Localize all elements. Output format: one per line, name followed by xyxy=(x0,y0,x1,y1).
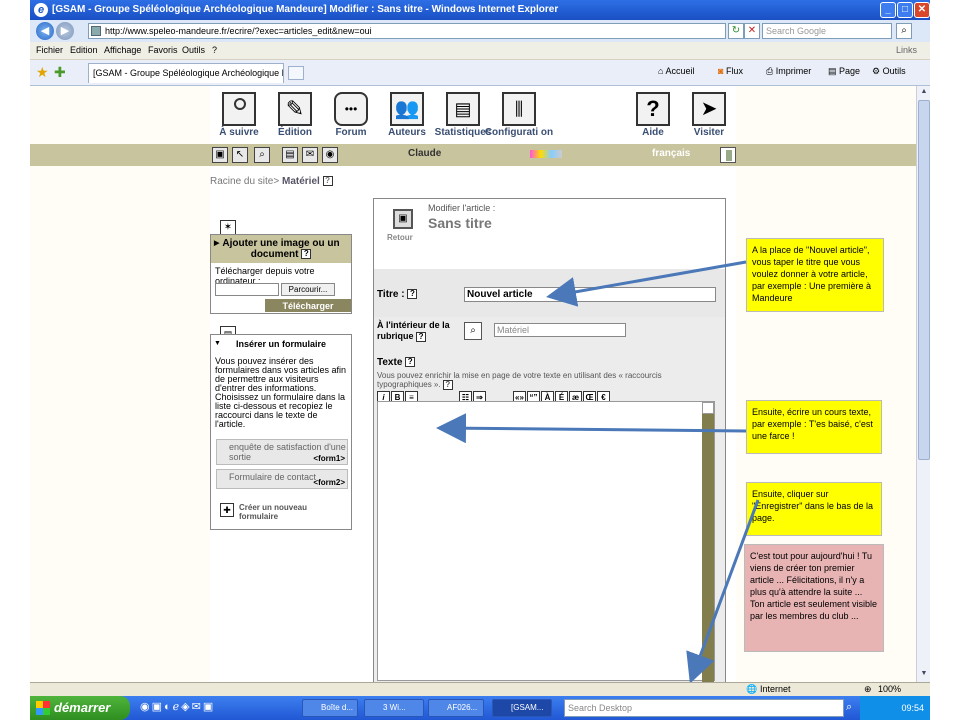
scroll-thumb[interactable] xyxy=(918,100,930,460)
clock[interactable]: 09:54 xyxy=(901,703,924,713)
page-scrollbar[interactable]: ▲ ▼ xyxy=(916,86,930,682)
quick-launch-icons[interactable]: ◉▣◐ℯ◈✉▣ xyxy=(140,700,215,713)
status-bar: 🌐 Internet ⊕ 100% xyxy=(30,682,930,696)
task-gsam[interactable]: [GSAM... xyxy=(492,699,552,717)
arrow-to-bottom xyxy=(686,499,760,684)
arrow-to-text xyxy=(436,413,747,444)
arrow-to-title xyxy=(546,260,747,307)
task-windows[interactable]: 3 Wi... xyxy=(364,699,424,717)
task-af026[interactable]: AF026... xyxy=(428,699,484,717)
desktop-search-input[interactable]: Search Desktop xyxy=(564,699,844,717)
system-tray: 09:54 xyxy=(860,696,930,720)
windows-logo-icon xyxy=(36,701,50,715)
taskbar: démarrer ◉▣◐ℯ◈✉▣ Boîte d... 3 Wi... AF02… xyxy=(30,696,930,720)
globe-icon: 🌐 xyxy=(746,684,758,694)
task-mail[interactable]: Boîte d... xyxy=(302,699,358,717)
zoom-level[interactable]: 100% xyxy=(878,684,901,694)
annotation-arrows xyxy=(436,260,760,684)
start-button[interactable]: démarrer xyxy=(30,696,130,720)
zoom-icon[interactable]: ⊕ xyxy=(864,684,872,695)
scroll-up-icon[interactable]: ▲ xyxy=(918,86,930,98)
zone-label: Internet xyxy=(760,684,791,694)
search-icon[interactable]: ⌕ xyxy=(846,701,852,714)
scroll-down-icon[interactable]: ▼ xyxy=(918,668,930,680)
